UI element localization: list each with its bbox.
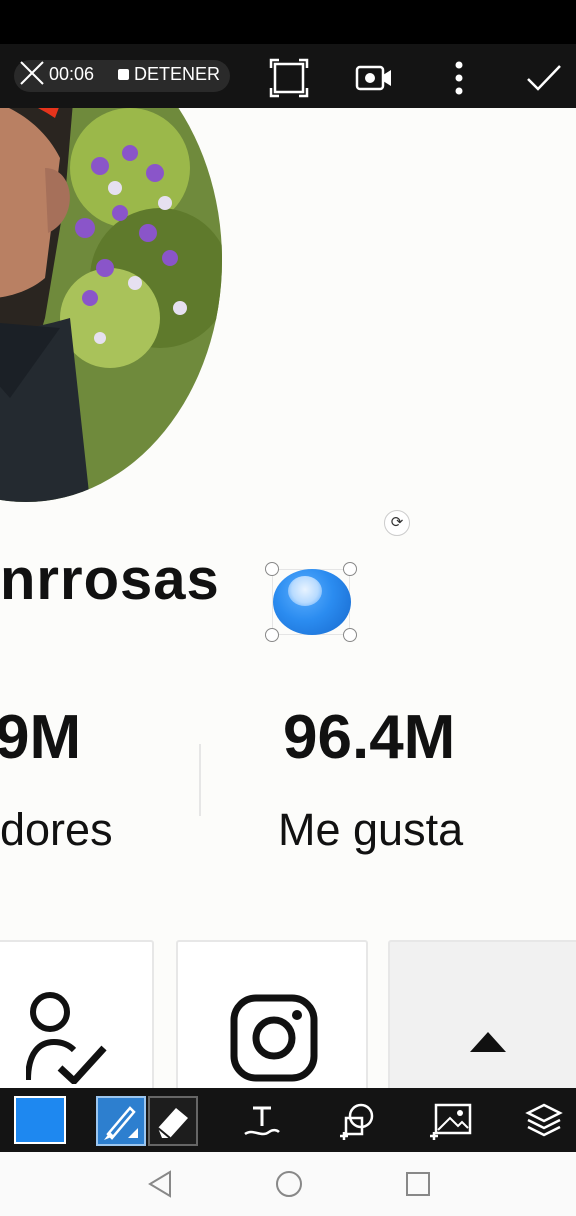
layers-icon[interactable] (525, 1102, 563, 1140)
recording-time: 00:06 (49, 64, 95, 84)
followers-count: 9M (0, 703, 82, 772)
crop-icon[interactable] (269, 58, 309, 98)
brush-icon (104, 1106, 138, 1140)
eraser-icon (157, 1108, 188, 1139)
stats-divider (199, 744, 201, 816)
check-icon[interactable] (524, 58, 564, 98)
status-bar (0, 0, 576, 44)
avatar (0, 108, 222, 502)
follow-button[interactable] (0, 940, 154, 1088)
rotate-handle[interactable]: ⟳ (384, 510, 410, 536)
back-icon[interactable] (146, 1170, 174, 1198)
top-toolbar: 00:06 DETENER (0, 44, 576, 108)
instagram-icon (230, 994, 318, 1082)
stop-icon[interactable] (118, 69, 129, 80)
recents-icon[interactable] (404, 1170, 432, 1198)
more-vert-icon[interactable] (439, 58, 479, 98)
editor-canvas[interactable]: ⟳ nrrosas 9M dores 96.4M Me gusta (0, 108, 576, 1088)
profile-username: nrrosas (0, 547, 220, 612)
brush-button[interactable] (96, 1096, 146, 1146)
instagram-button[interactable] (176, 940, 368, 1088)
close-icon[interactable] (18, 59, 46, 87)
resize-handle-top-left[interactable] (265, 562, 279, 576)
likes-label: Me gusta (278, 804, 464, 855)
expand-button[interactable] (388, 940, 576, 1088)
resize-handle-bottom-left[interactable] (265, 628, 279, 642)
color-swatch[interactable] (14, 1096, 66, 1144)
likes-count: 96.4M (283, 703, 456, 772)
system-nav-bar (0, 1152, 576, 1216)
shape-add-icon[interactable] (338, 1102, 376, 1140)
caret-up-icon (470, 1032, 506, 1052)
sticker-highlight (288, 576, 322, 606)
home-icon[interactable] (275, 1170, 303, 1198)
text-icon[interactable] (243, 1102, 281, 1140)
follow-user-icon (26, 992, 107, 1084)
video-camera-icon[interactable] (354, 58, 394, 98)
drawing-toolbar (0, 1088, 576, 1152)
resize-handle-top-right[interactable] (343, 562, 357, 576)
followers-label: dores (0, 804, 113, 855)
resize-handle-bottom-right[interactable] (343, 628, 357, 642)
stop-recording-button[interactable]: DETENER (134, 64, 220, 85)
eraser-button[interactable] (148, 1096, 198, 1146)
image-add-icon[interactable] (430, 1102, 472, 1140)
